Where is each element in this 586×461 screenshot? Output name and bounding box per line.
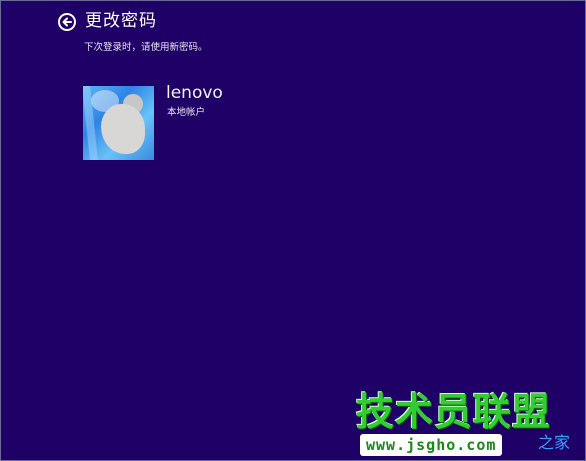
avatar [83, 86, 154, 160]
page-title: 更改密码 [85, 11, 157, 31]
back-button[interactable] [58, 13, 76, 31]
watermark-title: 技术员联盟 [356, 390, 552, 434]
site-watermark: 技术员联盟 www.jsgho.com 之家 [356, 390, 586, 461]
watermark-url: www.jsgho.com [366, 436, 497, 454]
account-name: lenovo [166, 83, 223, 103]
back-arrow-icon [62, 17, 72, 27]
page-subtitle: 下次登录时，请使用新密码。 [84, 42, 208, 53]
watermark-url-box: www.jsgho.com [360, 434, 503, 456]
watermark-suffix: 之家 [538, 433, 571, 452]
account-type: 本地帐户 [167, 107, 206, 118]
